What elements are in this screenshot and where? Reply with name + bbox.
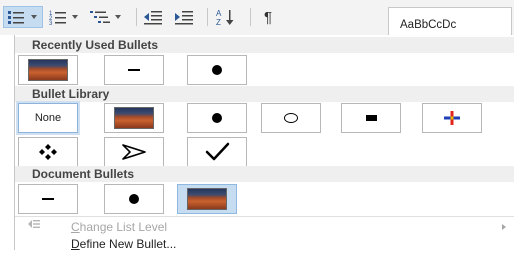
change-list-level-label: Change List Level <box>71 220 168 234</box>
picture-bullet-icon <box>187 188 227 210</box>
decrease-indent-button[interactable] <box>143 6 169 28</box>
color-cross-bullet-icon <box>444 111 460 125</box>
increase-indent-icon <box>175 11 193 25</box>
ribbon-separator <box>207 8 208 26</box>
define-new-bullet-item[interactable]: Define New Bullet... <box>15 235 514 253</box>
dash-bullet-icon <box>128 69 140 71</box>
bullet-option-checkmark[interactable] <box>187 137 247 167</box>
bullets-dropdown-caret-icon[interactable] <box>31 15 37 19</box>
dot-bullet-icon <box>129 194 139 204</box>
style-preview-text: AaBbCcDc <box>400 19 457 31</box>
menu-separator <box>15 216 514 217</box>
dash-bullet-icon <box>42 198 54 200</box>
multilevel-list-button[interactable] <box>90 6 130 28</box>
section-header-recent: Recently Used Bullets <box>15 37 514 53</box>
multilevel-list-icon <box>90 11 110 23</box>
define-new-bullet-label: Define New Bullet... <box>71 237 177 251</box>
bullet-option-document-dot[interactable] <box>104 184 164 214</box>
none-label: None <box>34 112 62 124</box>
bullet-option-square[interactable] <box>341 103 401 133</box>
four-diamonds-bullet-icon <box>39 144 57 160</box>
checkmark-bullet-icon <box>205 142 230 161</box>
dot-bullet-icon <box>212 65 222 75</box>
sort-button[interactable]: A Z <box>216 6 242 28</box>
bullet-option-document-picture[interactable] <box>177 184 237 214</box>
increase-indent-button[interactable] <box>174 6 200 28</box>
bullet-option-library-picture[interactable] <box>104 103 164 133</box>
decrease-indent-icon <box>144 11 162 25</box>
sort-az-icon: A Z <box>216 9 234 26</box>
bullet-option-hollow-circle[interactable] <box>261 103 321 133</box>
picture-bullet-icon <box>114 107 154 129</box>
svg-text:A: A <box>216 9 222 18</box>
square-bullet-icon <box>365 115 377 121</box>
ribbon-separator <box>136 8 137 26</box>
bullet-option-library-dot[interactable] <box>187 103 247 133</box>
bullet-option-color-cross[interactable] <box>422 103 482 133</box>
arrowhead-bullet-icon <box>122 144 146 160</box>
submenu-arrow-icon <box>502 224 506 230</box>
picture-bullet-icon <box>28 59 68 81</box>
section-header-document: Document Bullets <box>15 166 514 182</box>
multilevel-dropdown-caret-icon[interactable] <box>115 15 121 19</box>
change-list-level-item[interactable]: Change List Level <box>15 218 514 236</box>
bullet-option-none[interactable]: None <box>18 103 78 133</box>
hollow-circle-bullet-icon <box>284 113 298 123</box>
bullet-option-four-diamonds[interactable] <box>18 137 78 167</box>
bullet-option-recent-dot[interactable] <box>187 55 247 85</box>
bullet-list-icon <box>8 11 24 24</box>
svg-text:3: 3 <box>49 21 53 25</box>
bullet-option-recent-picture[interactable] <box>18 55 78 85</box>
dot-bullet-icon <box>212 113 222 123</box>
pilcrow-icon: ¶ <box>263 8 273 26</box>
bullet-option-recent-dash[interactable] <box>104 55 164 85</box>
bullets-dropdown-panel: Recently Used Bullets Bullet Library Non… <box>14 35 514 253</box>
numbering-dropdown-caret-icon[interactable] <box>72 15 78 19</box>
numbered-list-icon: 1 2 3 <box>49 11 66 25</box>
bullet-option-document-dash[interactable] <box>18 184 78 214</box>
numbering-button[interactable]: 1 2 3 <box>49 6 85 28</box>
show-formatting-button[interactable]: ¶ <box>257 6 279 28</box>
ribbon-separator <box>250 8 251 26</box>
section-header-library: Bullet Library <box>15 86 514 102</box>
style-gallery-preview[interactable]: AaBbCcDc <box>388 7 512 35</box>
bullets-button[interactable] <box>3 6 43 28</box>
svg-text:Z: Z <box>216 18 221 26</box>
bullet-option-arrowhead[interactable] <box>104 137 164 167</box>
paragraph-ribbon: 1 2 3 A Z ¶ AaBbCcDc <box>0 0 514 35</box>
